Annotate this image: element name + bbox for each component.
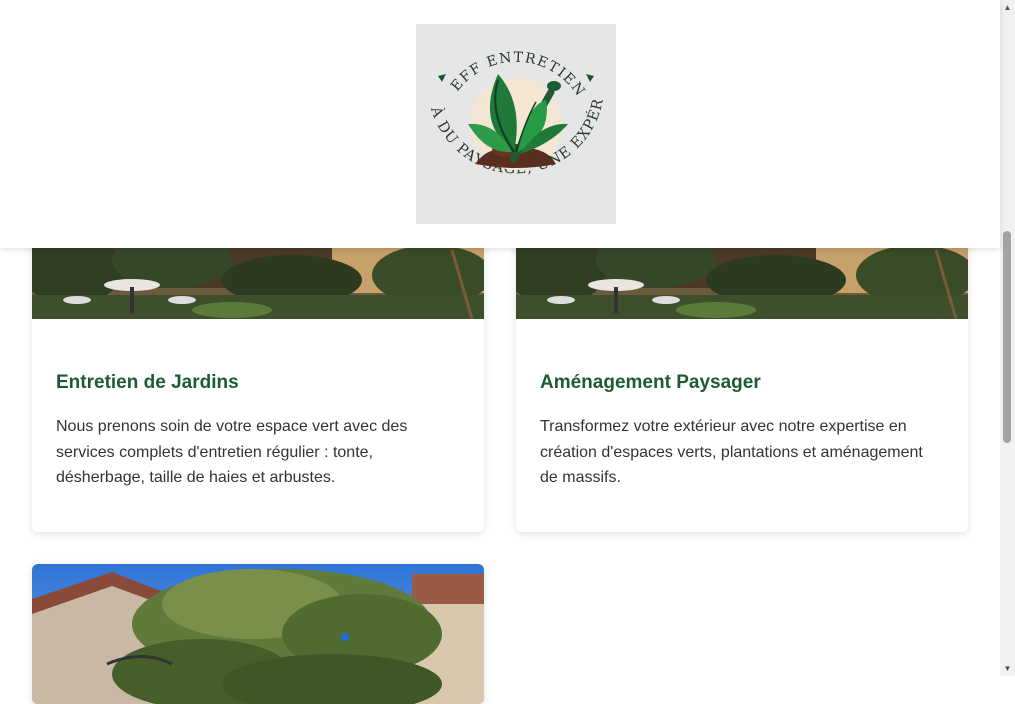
- scrollbar-thumb[interactable]: [1003, 231, 1011, 443]
- plant-trowel-icon: JEFF ENTRETIEN AU DELÀ DU PAYSAGE, UNE E…: [416, 24, 606, 178]
- site-header: JEFF ENTRETIEN AU DELÀ DU PAYSAGE, UNE E…: [0, 0, 1000, 248]
- service-card-image: [32, 564, 484, 704]
- scroll-up-arrow-icon[interactable]: ▲: [1000, 0, 1015, 15]
- service-description: Nous prenons soin de votre espace vert a…: [56, 418, 408, 486]
- site-logo[interactable]: JEFF ENTRETIEN AU DELÀ DU PAYSAGE, UNE E…: [416, 24, 616, 224]
- scroll-down-arrow-icon[interactable]: ▼: [1000, 661, 1015, 676]
- page-scrollbar[interactable]: ▲ ▼: [1000, 0, 1015, 676]
- service-card-body: Aménagement Paysager Transformez votre e…: [516, 371, 968, 491]
- service-title: Entretien de Jardins: [56, 372, 239, 393]
- service-card-third: [32, 564, 484, 704]
- service-card-body: Entretien de Jardins Nous prenons soin d…: [32, 371, 484, 491]
- service-title: Aménagement Paysager: [540, 372, 761, 393]
- service-description: Transformez votre extérieur avec notre e…: [540, 418, 923, 486]
